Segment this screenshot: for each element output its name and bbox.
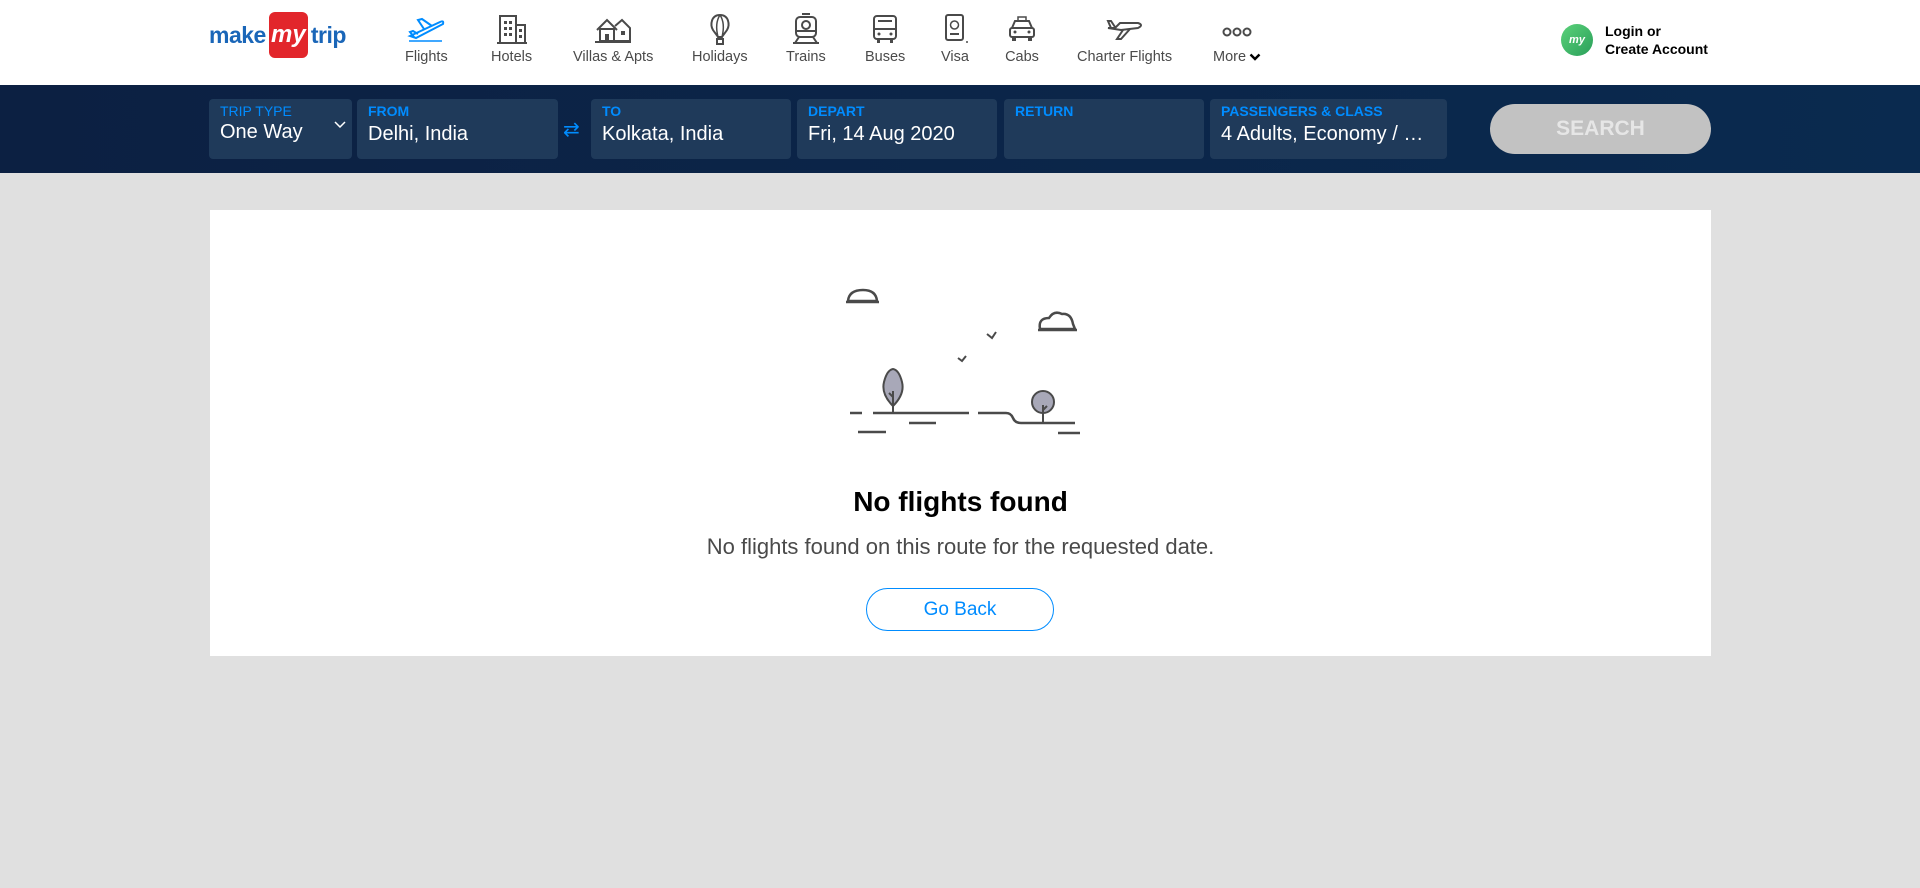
jet-icon [1105,12,1145,46]
passengers-class-field[interactable]: PASSENGERS & CLASS 4 Adults, Economy / P… [1210,99,1447,159]
nav-label: Charter Flights [1077,49,1173,65]
dots-icon [1220,12,1254,46]
nav-item-more[interactable]: More [1213,12,1261,65]
nav-label: Flights [405,49,448,65]
depart-value: Fri, 14 Aug 2020 [808,123,955,145]
return-date-field[interactable]: RETURN [1004,99,1204,159]
chevron-down-icon [334,121,346,129]
nav-label: Villas & Apts [573,49,654,65]
login-line-2: Create Account [1605,41,1708,57]
nav-label: Hotels [491,49,533,65]
top-navigation: make my trip Flights Hotels Villas & Apt… [0,0,1920,85]
passengers-label: PASSENGERS & CLASS [1221,103,1383,119]
search-button[interactable]: SEARCH [1490,104,1711,154]
bus-icon [870,12,900,46]
car-icon [1005,12,1039,46]
swap-cities-icon[interactable]: ⇄ [563,117,580,142]
trip-type-dropdown[interactable]: TRIP TYPE One Way [209,99,352,159]
nav-label: Cabs [1005,49,1039,65]
nav-item-villas[interactable]: Villas & Apts [573,12,653,65]
to-value: Kolkata, India [602,123,724,145]
nav-label: More [1213,49,1247,65]
nav-item-visa[interactable]: Visa [940,12,970,65]
depart-label: DEPART [808,103,865,119]
to-label: TO [602,103,622,119]
no-results-card: No flights found No flights found on thi… [210,210,1711,656]
passport-icon [940,12,970,46]
trip-type-label: TRIP TYPE [220,103,292,119]
nav-item-buses[interactable]: Buses [865,12,905,65]
nav-item-cabs[interactable]: Cabs [1005,12,1039,65]
from-label: FROM [368,103,410,119]
nav-item-trains[interactable]: Trains [786,12,826,65]
makemytrip-logo[interactable]: make my trip [209,12,346,58]
nav-item-hotels[interactable]: Hotels [491,12,532,65]
empty-state-message: No flights found on this route for the r… [706,534,1215,559]
from-value: Delhi, India [368,123,469,145]
logo-text-trip: trip [310,21,347,48]
avatar: my [1561,24,1593,56]
login-button[interactable]: my Login or Create Account [1561,22,1708,58]
depart-date-field[interactable]: DEPART Fri, 14 Aug 2020 [797,99,997,159]
go-back-button[interactable]: Go Back [866,588,1054,631]
building-icon [494,12,530,46]
nav-item-charter-flights[interactable]: Charter Flights [1077,12,1172,65]
empty-landscape-illustration [846,288,1080,435]
chevron-down-icon [1249,53,1261,61]
trip-type-value: One Way [220,121,303,143]
logo-text-make: make [209,21,266,48]
nav-label: Buses [865,49,906,65]
nav-label: Trains [786,49,826,65]
nav-more-label: More [1213,49,1261,65]
nav-item-flights[interactable]: Flights [405,12,448,65]
from-city-field[interactable]: FROM Delhi, India [357,99,558,159]
logo-text-my: my [268,12,308,58]
search-widget: TRIP TYPE One Way FROM Delhi, India ⇄ TO… [0,85,1920,173]
train-icon [789,12,823,46]
nav-item-holidays[interactable]: Holidays [692,12,748,65]
nav-label: Visa [941,49,969,65]
nav-label: Holidays [692,49,748,65]
house-icon [593,12,633,46]
login-text: Login or Create Account [1605,22,1708,58]
login-line-1: Login or [1605,23,1661,39]
passengers-value: 4 Adults, Economy / Pr... [1221,123,1436,145]
balloon-icon [705,12,735,46]
airplane-icon [406,12,446,46]
to-city-field[interactable]: TO Kolkata, India [591,99,791,159]
empty-state-title: No flights found [853,486,1068,517]
return-label: RETURN [1015,103,1074,119]
